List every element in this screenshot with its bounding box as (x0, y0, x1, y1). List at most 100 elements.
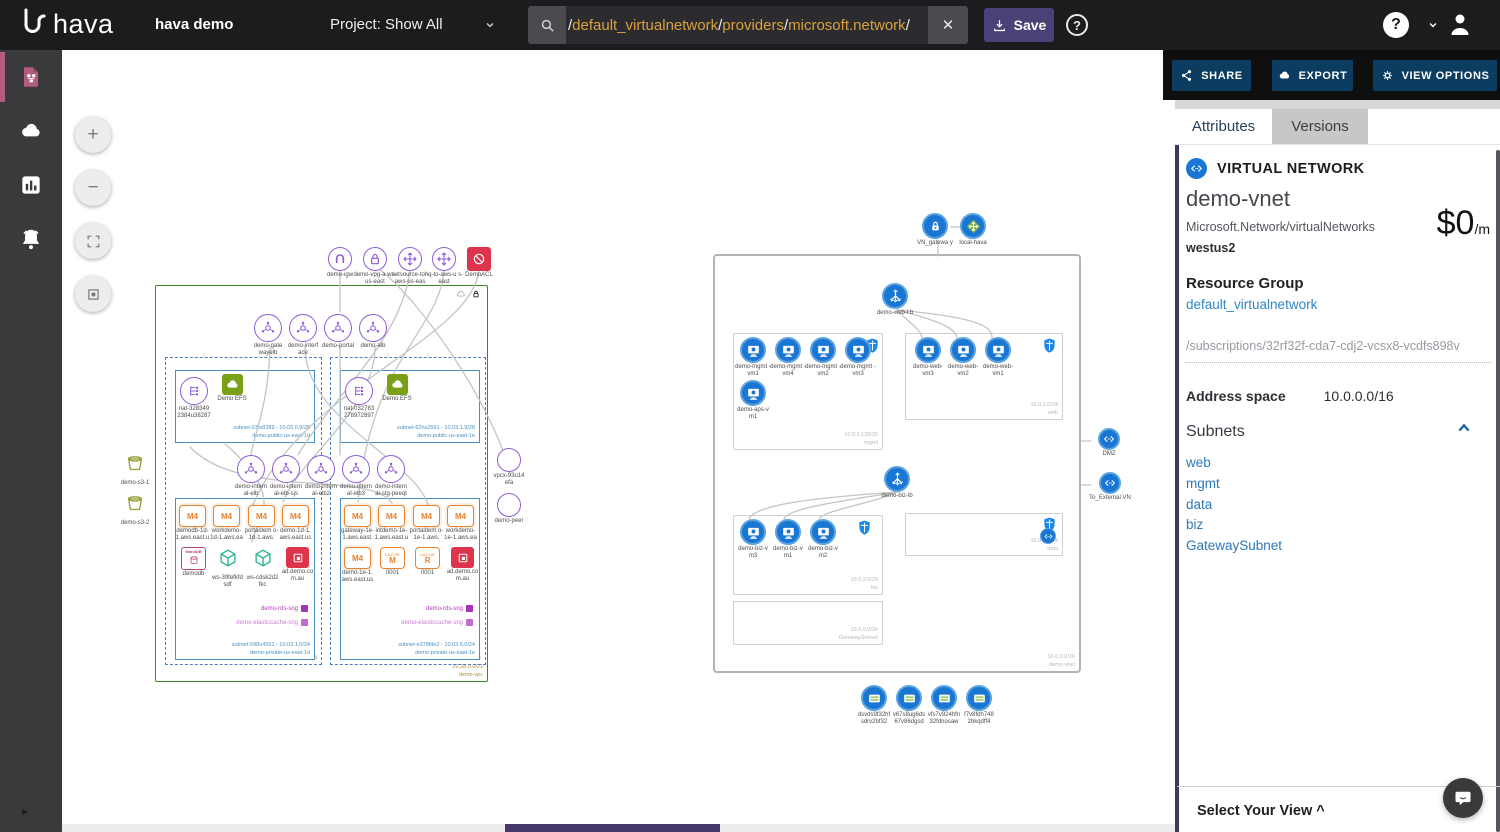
node-mariadb[interactable]: MariaDBdemodb (176, 547, 211, 578)
node-demo-biz-vm3[interactable]: demo-biz-v m3 (735, 519, 771, 560)
account-chevron[interactable] (1426, 18, 1440, 32)
node-demo-web-lb[interactable]: demo-web-l b (875, 283, 915, 317)
subnet-link-biz[interactable]: biz (1186, 517, 1203, 532)
subnet-link-mgmt[interactable]: mgmt (1186, 476, 1220, 491)
zoom-out-button[interactable]: − (75, 170, 111, 206)
select-your-view[interactable]: Select Your View ^ (1197, 803, 1325, 819)
node-demo-peer[interactable]: demo-peer (489, 493, 529, 525)
node-ec2-workdemo-1d[interactable]: M4workdemo- 1d-1.aws.ea (209, 505, 244, 542)
view-options-button[interactable]: VIEW OPTIONS (1373, 60, 1497, 91)
node-internal-elb-1[interactable]: demo-intern al-elb (231, 455, 271, 498)
node-demo-biz-vm1[interactable]: demo-biz-v m1 (770, 519, 806, 560)
node-storage-4[interactable]: f7v8fdh748 2bkqdff4 (960, 685, 998, 726)
storage-account-icon (966, 685, 992, 711)
node-demo-web-vm3[interactable]: demo-web- vm3 (910, 337, 946, 378)
node-local-hava[interactable]: local-hava (953, 213, 993, 247)
tab-versions[interactable]: Versions (1272, 109, 1368, 144)
node-demoacl[interactable]: DemoACL (457, 247, 501, 279)
sidebar-item-diagrams[interactable] (0, 50, 62, 104)
chat-launcher[interactable] (1443, 778, 1483, 818)
sidebar-item-environments[interactable] (0, 104, 62, 158)
node-demo-biz-lb[interactable]: demo-biz-lb (875, 466, 919, 500)
panel-scrollbar[interactable] (1496, 150, 1500, 832)
node-demo-efs-1d[interactable]: Demo EFS (212, 374, 252, 403)
node-ec2-portaldem-1d[interactable]: M4portaldem o-1d-1.aws. (244, 505, 279, 542)
node-label: demo-mgmt -vm2 (805, 364, 841, 378)
search-box[interactable]: /default_virtualnetwork/providers/micros… (528, 6, 968, 44)
node-demo-portal[interactable]: demo-portal (319, 314, 357, 350)
node-internal-elb-4[interactable]: demo-intern al-elb3 (336, 455, 376, 498)
clear-search-button[interactable]: ✕ (928, 16, 968, 34)
subnet-link-gatewaysubnet[interactable]: GatewaySubnet (1186, 538, 1282, 553)
person-icon (1448, 11, 1472, 39)
nsg-shield-icon[interactable] (857, 519, 872, 541)
share-button[interactable]: SHARE (1172, 60, 1251, 91)
hscrollbar-thumb[interactable] (505, 824, 720, 832)
node-nat-1d[interactable]: nat-328349 2384u38287 (176, 377, 212, 420)
sidebar-expand-button[interactable]: ▸ (22, 804, 28, 818)
node-internal-elb-3[interactable]: demo-intern al-elb2 (301, 455, 341, 498)
node-ec2-workdemo-1e[interactable]: M4workdemo- 1e-1.aws.ea (443, 505, 478, 542)
project-selector[interactable]: Project: Show All (330, 16, 497, 33)
node-demo-mgmt-vm4[interactable]: demo-mgmt -vm4 (770, 337, 806, 378)
logo-text: hava (53, 9, 114, 40)
node-vpcx[interactable]: vpcx-93u14 efa (489, 448, 529, 487)
directory-icon (451, 547, 474, 568)
help-outline-button[interactable]: ? (1066, 14, 1088, 36)
node-demo-s3-1[interactable]: demo-s3-1 (113, 452, 157, 487)
node-ec2-demodb-1d[interactable]: M4demodb-1d- 1.aws.east.u (175, 505, 210, 542)
node-ec2-demo-1e[interactable]: M4demo-1e-1. aws.east.us (340, 547, 375, 584)
resource-group-link[interactable]: default_virtualnetwork (1186, 297, 1317, 312)
node-internal-elb-5[interactable]: demo-intern al-stg-peeqt (371, 455, 411, 498)
node-storage-2[interactable]: v67s8ug6ds 67v86dgsd (890, 685, 928, 726)
node-internal-elb-2[interactable]: demo-intern al-elb-sjs (266, 455, 306, 498)
user-menu[interactable] (1448, 11, 1472, 39)
node-ec2-demo-1d[interactable]: M4demo-1d-1. aws.east.us (278, 505, 313, 542)
node-data-endpoint[interactable] (1040, 528, 1056, 544)
node-ec2-portaldem-1e[interactable]: M4portaldem o-1e-1.aws. (409, 505, 444, 542)
node-demo-aps-vm1[interactable]: demo-aps-v m1 (735, 380, 771, 421)
zoom-in-button[interactable]: + (75, 117, 111, 153)
subnet-link-web[interactable]: web (1186, 455, 1211, 470)
node-demo-mgmt-vm2[interactable]: demo-mgmt -vm2 (805, 337, 841, 378)
sidebar-item-reports[interactable] (0, 158, 62, 212)
node-dmz[interactable]: DMZ (1089, 428, 1129, 458)
node-vn-gateway[interactable]: VN_gatewa y (916, 213, 954, 247)
node-demo-web-vm1[interactable]: demo-web- vm1 (980, 337, 1016, 378)
node-demo-mgmt-vm3[interactable]: demo-mgmt -vm3 (840, 337, 876, 378)
nsg-shield-icon[interactable] (1042, 337, 1057, 359)
node-demo-biz-vm2[interactable]: demo-biz-v m2 (805, 519, 841, 560)
node-demo-alb[interactable]: demo-alb (354, 314, 392, 350)
node-storage-3[interactable]: vfs7v924hfn 32fdnosaw (925, 685, 963, 726)
node-ad-demo-1d[interactable]: ad.demo.co m.au (280, 547, 315, 583)
sidebar-item-alerts[interactable] (0, 212, 62, 266)
node-storage-1[interactable]: dsvds9f32hf sdrv2bf32 (855, 685, 893, 726)
node-demo-mgmt-vm1[interactable]: demo-mgmt -vm1 (735, 337, 771, 378)
node-demo-s3-2[interactable]: demo-s3-2 (113, 492, 157, 527)
node-demo-efs-1e[interactable]: Demo EFS (377, 374, 417, 403)
node-nat-1e[interactable]: nat-032783 278972897 (341, 377, 377, 420)
app-logo[interactable]: hava (20, 7, 114, 41)
fit-view-button[interactable] (75, 223, 111, 259)
node-ws-39fefkfd[interactable]: ws-39fefkfd sdf (210, 547, 245, 589)
reset-view-button[interactable] (75, 276, 111, 312)
gateway-subnet-box[interactable]: 10.0.0.0/26GatewaySubnet (733, 601, 883, 645)
node-ec2-intdemo-1e[interactable]: M4intdemo-1e- 1.aws.east.u (374, 505, 409, 542)
search-input[interactable]: /default_virtualnetwork/providers/micros… (566, 6, 928, 44)
node-cache-r[interactable]: CACHER0001 (410, 547, 445, 577)
node-ws-cdsk2d2[interactable]: ws-cdsk2d2 fkc (245, 547, 280, 589)
node-ad-demo-1e[interactable]: ad.demo.co m.au (445, 547, 480, 583)
canvas-hscrollbar[interactable] (62, 824, 1175, 832)
node-demo-gatewayelb[interactable]: demo-gate wayelb (249, 314, 287, 357)
node-ec2-gateway-1e[interactable]: M4gateway-1e- 1.aws.east. (340, 505, 375, 542)
node-demo-web-vm2[interactable]: demo-web- vm2 (945, 337, 981, 378)
export-button[interactable]: EXPORT (1272, 60, 1353, 91)
tab-attributes[interactable]: Attributes (1175, 109, 1272, 144)
subnets-collapse-button[interactable] (1454, 420, 1474, 436)
subnet-link-data[interactable]: data (1186, 497, 1212, 512)
node-demo-interface[interactable]: demo-interf ace (284, 314, 322, 357)
help-button[interactable]: ? (1383, 12, 1409, 38)
node-cache-m[interactable]: CACHEM0001 (375, 547, 410, 577)
save-button[interactable]: Save (984, 8, 1054, 42)
node-to-external-vn[interactable]: To_External VN (1089, 472, 1131, 502)
